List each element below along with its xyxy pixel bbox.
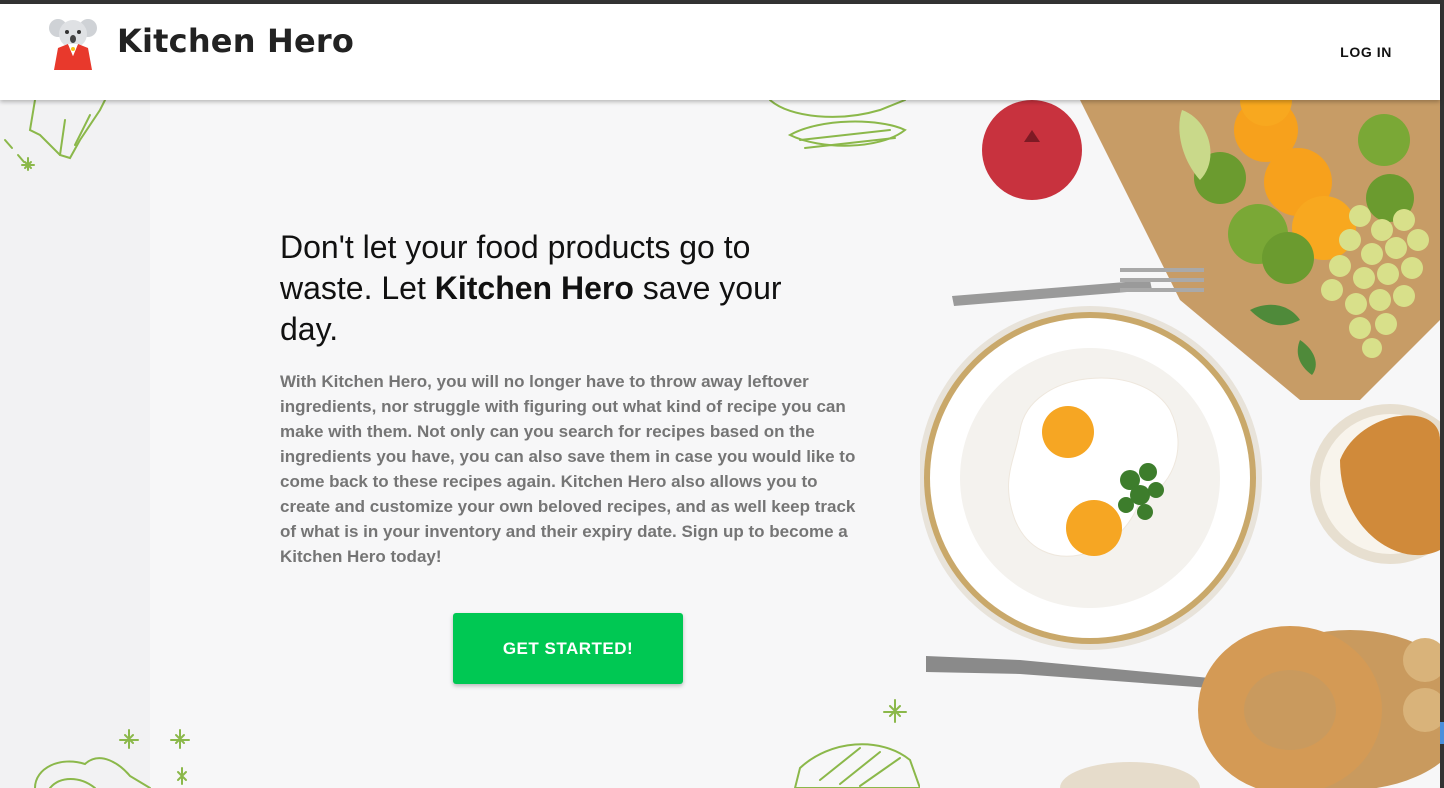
left-background-panel [0, 100, 150, 788]
hero-description: With Kitchen Hero, you will no longer ha… [280, 372, 856, 566]
navbar: Kitchen Hero LOG IN [0, 4, 1440, 100]
get-started-button[interactable]: GET STARTED! [453, 613, 683, 684]
hero-headline: Don't let your food products go to waste… [280, 227, 840, 350]
headline-brand-emphasis: Kitchen Hero [434, 270, 634, 306]
koala-chef-logo-icon[interactable] [48, 16, 98, 70]
login-link[interactable]: LOG IN [1340, 44, 1392, 60]
window-right-border [1440, 0, 1444, 788]
scrollbar-indicator[interactable] [1440, 722, 1444, 744]
brand-title[interactable]: Kitchen Hero [117, 22, 354, 60]
breakfast-table-image [920, 100, 1440, 788]
